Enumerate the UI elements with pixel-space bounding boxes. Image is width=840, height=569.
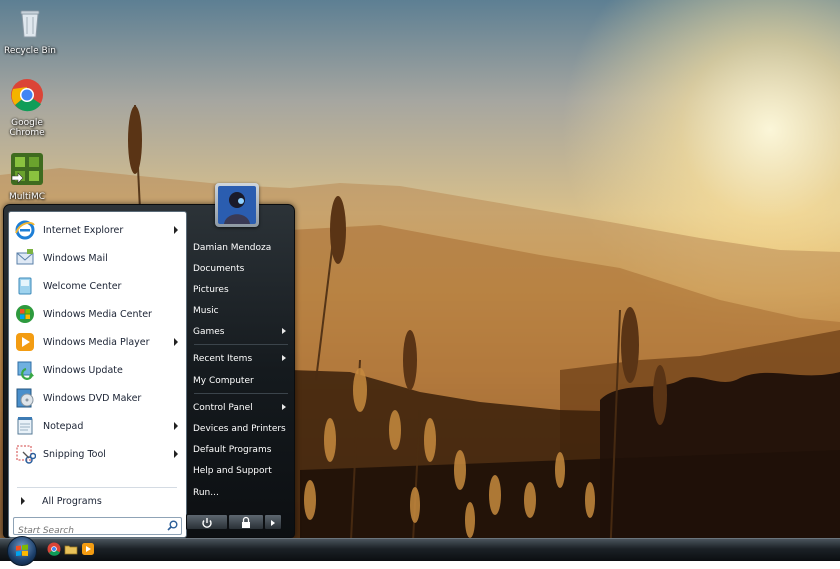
right-item-label: Pictures <box>193 284 229 295</box>
dvd-maker-icon <box>16 388 34 408</box>
right-item-label: Games <box>193 326 225 337</box>
submenu-arrow-icon <box>174 450 178 458</box>
submenu-arrow-icon <box>282 355 286 361</box>
submenu-arrow-icon <box>174 226 178 234</box>
right-item-label: Recent Items <box>193 353 253 364</box>
right-item-recent-items[interactable]: Recent Items <box>188 349 292 368</box>
right-item-games[interactable]: Games <box>188 322 292 341</box>
avatar <box>218 186 256 224</box>
program-windows-update[interactable]: Windows Update <box>11 357 184 383</box>
program-label: Snipping Tool <box>43 448 106 460</box>
mail-icon <box>16 249 34 265</box>
right-item-music[interactable]: Music <box>188 301 292 320</box>
multimc-icon <box>11 153 43 185</box>
chevron-right-icon <box>271 520 275 526</box>
program-label: Windows Media Player <box>43 336 150 348</box>
start-search-input[interactable] <box>14 524 158 538</box>
right-item-label: Devices and Printers <box>193 423 286 434</box>
program-label: Windows Mail <box>43 252 108 264</box>
desktop-icon-label: MultiMC <box>8 192 46 202</box>
all-programs-button[interactable]: All Programs <box>11 491 184 511</box>
right-item-label: Run... <box>193 487 219 498</box>
desktop-icon-label: Google Chrome <box>9 118 45 138</box>
program-windows-media-player[interactable]: Windows Media Player <box>11 329 184 355</box>
media-player-icon <box>16 333 34 351</box>
programs-divider <box>17 487 177 488</box>
program-windows-mail[interactable]: Windows Mail <box>11 245 184 271</box>
right-item-label: Control Panel <box>193 402 253 413</box>
desktop-icon-recycle-bin[interactable]: Recycle Bin <box>0 6 60 56</box>
taskbar <box>0 538 840 561</box>
power-controls <box>186 514 282 530</box>
program-windows-dvd-maker[interactable]: Windows DVD Maker <box>11 385 184 411</box>
submenu-arrow-icon <box>282 404 286 410</box>
user-avatar[interactable] <box>215 183 259 227</box>
start-search-box[interactable] <box>13 517 182 538</box>
right-item-default-programs[interactable]: Default Programs <box>188 440 292 459</box>
right-item-control-panel[interactable]: Control Panel <box>188 398 292 417</box>
taskbar-folder-icon[interactable] <box>64 542 78 556</box>
lock-icon <box>242 516 250 528</box>
lock-button[interactable] <box>228 514 264 530</box>
search-icon[interactable] <box>167 520 178 531</box>
submenu-arrow-icon <box>174 338 178 346</box>
desktop-icon-label: Recycle Bin <box>4 46 56 56</box>
program-notepad[interactable]: Notepad <box>11 413 184 439</box>
program-label: Internet Explorer <box>43 224 124 236</box>
right-item-documents[interactable]: Documents <box>188 259 292 278</box>
right-item-label: My Computer <box>193 375 254 386</box>
desktop-icon-google-chrome[interactable]: Google Chrome <box>0 78 57 138</box>
program-label: Windows DVD Maker <box>43 392 142 404</box>
recycle-bin-icon <box>20 10 40 38</box>
start-menu: Internet Explorer Windows Mail Welcome C… <box>3 204 295 538</box>
chrome-icon <box>11 79 43 112</box>
program-label: Windows Update <box>43 364 123 376</box>
all-programs-arrow-icon <box>21 497 25 505</box>
taskbar-media-player-icon[interactable] <box>81 542 95 556</box>
right-item-devices-and-printers[interactable]: Devices and Printers <box>188 419 292 438</box>
right-item-run[interactable]: Run... <box>188 483 292 502</box>
right-item-label: Default Programs <box>193 444 272 455</box>
program-welcome-center[interactable]: Welcome Center <box>11 273 184 299</box>
right-item-user-folder[interactable]: Damian Mendoza <box>188 238 292 257</box>
right-divider <box>194 393 288 394</box>
taskbar-chrome-icon[interactable] <box>47 542 61 556</box>
windows-logo-icon <box>16 544 28 556</box>
internet-explorer-icon <box>15 220 35 240</box>
power-icon <box>202 518 212 528</box>
start-button[interactable] <box>7 536 37 566</box>
program-label: Windows Media Center <box>43 308 152 320</box>
right-item-help-and-support[interactable]: Help and Support <box>188 461 292 480</box>
media-center-icon <box>16 305 34 323</box>
windows-update-icon <box>17 361 34 380</box>
right-item-label: Help and Support <box>193 465 272 476</box>
right-item-pictures[interactable]: Pictures <box>188 280 292 299</box>
user-name-label: Damian Mendoza <box>193 242 272 253</box>
notepad-icon <box>17 417 33 435</box>
submenu-arrow-icon <box>174 422 178 430</box>
right-divider <box>194 344 288 345</box>
submenu-arrow-icon <box>282 328 286 334</box>
shutdown-options-button[interactable] <box>264 514 282 530</box>
right-item-label: Music <box>193 305 219 316</box>
program-label: Notepad <box>43 420 84 432</box>
program-internet-explorer[interactable]: Internet Explorer <box>11 217 184 243</box>
program-label: Welcome Center <box>43 280 122 292</box>
all-programs-label: All Programs <box>42 495 102 507</box>
desktop-icon-multimc[interactable]: MultiMC <box>0 152 57 202</box>
power-button[interactable] <box>186 514 228 530</box>
right-item-label: Documents <box>193 263 245 274</box>
right-item-my-computer[interactable]: My Computer <box>188 371 292 390</box>
snipping-tool-icon <box>16 445 36 464</box>
program-snipping-tool[interactable]: Snipping Tool <box>11 441 184 467</box>
welcome-center-icon <box>18 277 32 295</box>
programs-pane: Internet Explorer Windows Mail Welcome C… <box>8 211 187 538</box>
program-windows-media-center[interactable]: Windows Media Center <box>11 301 184 327</box>
